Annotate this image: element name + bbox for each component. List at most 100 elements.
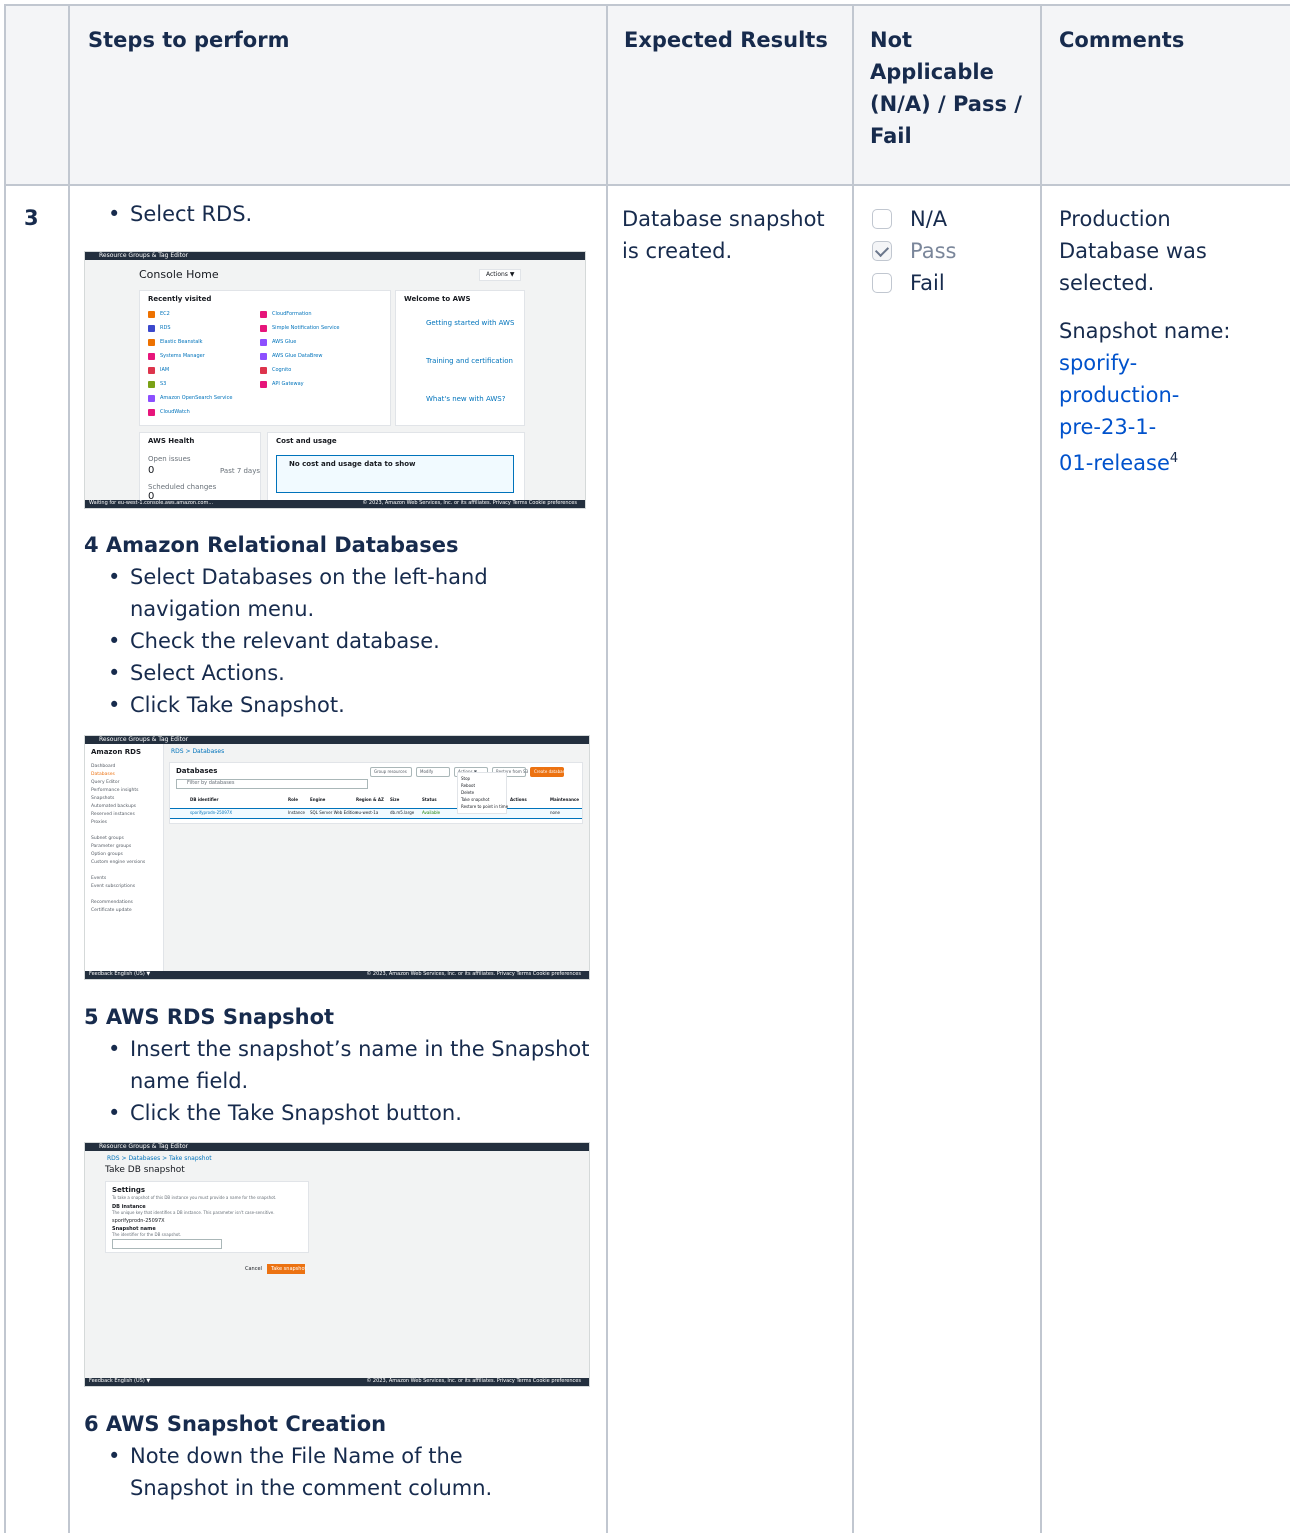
column-number <box>6 6 70 1533</box>
section-rds-list: Select Databases on the left-hand naviga… <box>90 561 590 721</box>
nav-item: Parameter groups <box>91 844 132 849</box>
header-status: Not Applicable (N/A) / Pass / Fail <box>870 28 1022 148</box>
screenshot-console-home: Resource Groups & Tag Editor Console Hom… <box>84 251 586 509</box>
snapshot-name-link[interactable]: sporify-production-pre-23-1- 01-release <box>1059 351 1179 475</box>
list-item: Select RDS. <box>108 198 630 230</box>
column-header: Size <box>390 797 400 802</box>
service-link: Simple Notification Service <box>272 325 340 331</box>
nav-item: Recommendations <box>91 900 133 905</box>
nav-item: Query Editor <box>91 780 120 785</box>
column-header: Actions <box>510 797 527 802</box>
nav-item: Reserved instances <box>91 812 135 817</box>
service-icon <box>260 381 267 388</box>
menu-item: Delete <box>461 790 475 795</box>
list-item: Select Actions. <box>108 657 590 689</box>
welcome-card: Welcome to AWS Getting started with AWS … <box>395 290 525 426</box>
service-link: API Gateway <box>272 381 304 387</box>
recently-visited-card: Recently visited EC2 RDS Elastic Beanstalk… <box>139 290 391 426</box>
column-header: Engine <box>310 797 326 802</box>
service-link: IAM <box>160 367 170 373</box>
aws-health-card: AWS Health Open issues 0 Past 7 days Sch… <box>139 432 261 504</box>
screenshot-rds-databases: Resource Groups & Tag Editor Amazon RDS … <box>84 735 590 980</box>
service-icon <box>260 325 267 332</box>
row-number: 3 <box>24 206 39 230</box>
rds-sidebar: Amazon RDS Dashboard Databases Query Edito… <box>85 744 164 971</box>
column-header: Status <box>422 797 437 802</box>
service-icon <box>148 409 155 416</box>
service-icon <box>260 339 267 346</box>
actions-button[interactable]: Actions ▼ <box>479 269 521 281</box>
nav-item: Events <box>91 876 107 881</box>
header-steps: Steps to perform <box>88 28 290 52</box>
actions-menu: Stop Reboot Delete Take snapshot Restore to … <box>457 772 509 814</box>
menu-item: Reboot <box>461 783 476 788</box>
section-title-creation: 6 AWS Snapshot Creation <box>84 1412 387 1436</box>
service-link: Systems Manager <box>160 353 205 359</box>
take-snapshot-button[interactable]: Take snapshot <box>267 1264 306 1274</box>
console-home-title: Console Home <box>139 268 219 281</box>
service-icon <box>148 381 155 388</box>
cancel-button[interactable]: Cancel <box>245 1266 262 1272</box>
service-icon <box>148 339 155 346</box>
table-cell: db.m5.large <box>390 810 415 815</box>
checkbox-pass[interactable] <box>872 241 892 261</box>
footnote-marker: 4 <box>1169 451 1179 466</box>
column-header: DB identifier <box>190 797 219 802</box>
nav-item: Databases <box>91 772 115 777</box>
rds-button[interactable]: Create database <box>530 767 568 777</box>
menu-item: Restore to point in time <box>461 804 509 809</box>
list-item: Click the Take Snapshot button. <box>108 1097 590 1129</box>
screenshot-take-snapshot: Resource Groups & Tag Editor RDS > Datab… <box>84 1142 590 1387</box>
comment-selected-db: Production Database was selected. <box>1059 207 1207 295</box>
nav-item: Subnet groups <box>91 836 124 841</box>
service-link: AWS Glue <box>272 339 297 345</box>
table-cell: Available <box>422 810 441 815</box>
status-na[interactable]: N/A <box>872 203 956 235</box>
column-header: Maintenance <box>550 797 580 802</box>
service-icon <box>260 353 267 360</box>
nav-item: Performance insights <box>91 788 139 793</box>
nav-item: Certificate update <box>91 908 132 913</box>
service-link: Amazon OpenSearch Service <box>160 395 233 401</box>
cost-usage-card: Cost and usage No cost and usage data to… <box>267 432 525 504</box>
checkbox-na[interactable] <box>872 209 892 229</box>
nav-item: Proxies <box>91 820 108 825</box>
settings-panel: Settings To take a snapshot of this DB i… <box>105 1181 309 1253</box>
nav-item: Dashboard <box>91 764 116 769</box>
status-options: N/A Pass Fail <box>872 203 956 299</box>
first-step-list: Select RDS. <box>90 198 630 230</box>
comment-snapshot-name: sporify-production-pre-23-1- 01-release4 <box>1059 347 1199 479</box>
service-icon <box>148 311 155 318</box>
section-title-snapshot: 5 AWS RDS Snapshot <box>84 1005 335 1029</box>
expected-result: Database snapshot is created. <box>622 207 825 263</box>
nav-item: Custom engine versions <box>91 860 146 865</box>
rds-button[interactable]: Group resources <box>370 767 412 777</box>
service-icon <box>148 353 155 360</box>
service-icon <box>148 367 155 374</box>
button-label: Create database <box>534 769 568 774</box>
status-fail[interactable]: Fail <box>872 267 956 299</box>
service-link: EC2 <box>160 311 170 317</box>
service-link: CloudFormation <box>272 311 312 317</box>
header-comments: Comments <box>1059 28 1185 52</box>
nav-item: Automated backups <box>91 804 137 809</box>
table-cell: none <box>550 810 560 815</box>
list-item: Insert the snapshot’s name in the Snapsh… <box>108 1033 590 1097</box>
databases-panel: Databases Filter by databases Group reso… <box>169 762 583 824</box>
status-pass[interactable]: Pass <box>872 235 956 267</box>
service-link: Cognito <box>272 367 292 373</box>
rds-button[interactable]: Modify <box>416 767 450 777</box>
snapshot-name-input[interactable] <box>112 1239 222 1249</box>
checkbox-fail[interactable] <box>872 273 892 293</box>
table-cell: SQL Server Web Edition <box>310 810 358 815</box>
take-db-snapshot-title: Take DB snapshot <box>105 1165 185 1175</box>
service-icon <box>148 395 155 402</box>
section-snapshot-list: Insert the snapshot’s name in the Snapsh… <box>90 1033 590 1129</box>
table-cell: Instance <box>288 810 306 815</box>
service-icon <box>260 311 267 318</box>
section-title-rds: 4 Amazon Relational Databases <box>84 533 459 557</box>
service-icon <box>148 325 155 332</box>
service-link: CloudWatch <box>160 409 190 415</box>
service-link: RDS <box>160 325 171 331</box>
comment-snapshot-label: Snapshot name: <box>1059 319 1231 343</box>
